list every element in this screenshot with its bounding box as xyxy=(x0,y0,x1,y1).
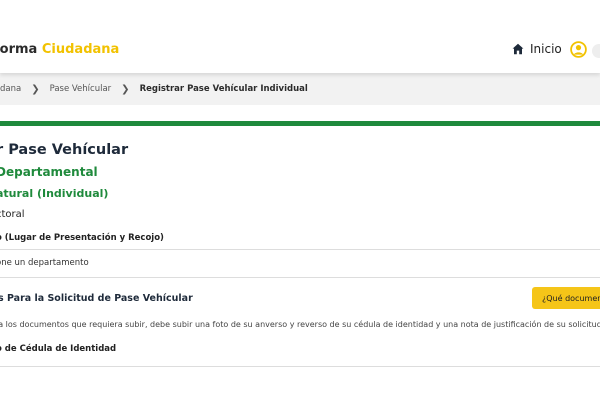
chevron-right-icon: ❯ xyxy=(31,83,40,95)
department-subtitle: Departamental xyxy=(0,165,98,179)
user-menu-toggle[interactable] xyxy=(592,44,600,58)
upload-notice: la los documentos que requiera subir, de… xyxy=(0,320,600,329)
breadcrumb-item-current: Registrar Pase Vehícular Individual xyxy=(139,84,308,94)
breadcrumb: dana ❯ Pase Vehícular ❯ Registrar Pase V… xyxy=(0,73,600,105)
field-label-electoral: ctoral xyxy=(0,209,25,220)
divider xyxy=(0,366,600,367)
which-documents-button[interactable]: ¿Qué documentos xyxy=(532,287,600,309)
requirements-title: s Para la Solicitud de Pase Vehícular xyxy=(0,293,193,304)
user-circle-icon[interactable] xyxy=(570,41,587,58)
divider xyxy=(0,277,600,278)
person-type-subtitle: atural (Individual) xyxy=(0,187,109,200)
home-label: Inicio xyxy=(530,42,562,56)
chevron-right-icon: ❯ xyxy=(121,83,130,95)
breadcrumb-item-home[interactable]: dana xyxy=(0,84,21,94)
field-label-location: o (Lugar de Presentación y Recojo) xyxy=(0,233,164,243)
section-accent-bar xyxy=(0,121,600,126)
divider xyxy=(0,249,600,250)
brand-text: forma xyxy=(0,42,38,57)
page-title: r Pase Vehícular xyxy=(0,142,129,158)
brand-logo[interactable]: forma Ciudadana xyxy=(0,42,119,57)
top-navbar: forma Ciudadana Inicio xyxy=(0,0,600,73)
department-select[interactable]: one un departamento xyxy=(0,258,89,268)
home-link[interactable]: Inicio xyxy=(512,42,562,56)
id-document-label: o de Cédula de Identidad xyxy=(0,344,117,354)
home-icon xyxy=(512,43,524,55)
breadcrumb-item-pase[interactable]: Pase Vehícular xyxy=(50,84,112,94)
brand-accent-text: Ciudadana xyxy=(41,42,120,57)
